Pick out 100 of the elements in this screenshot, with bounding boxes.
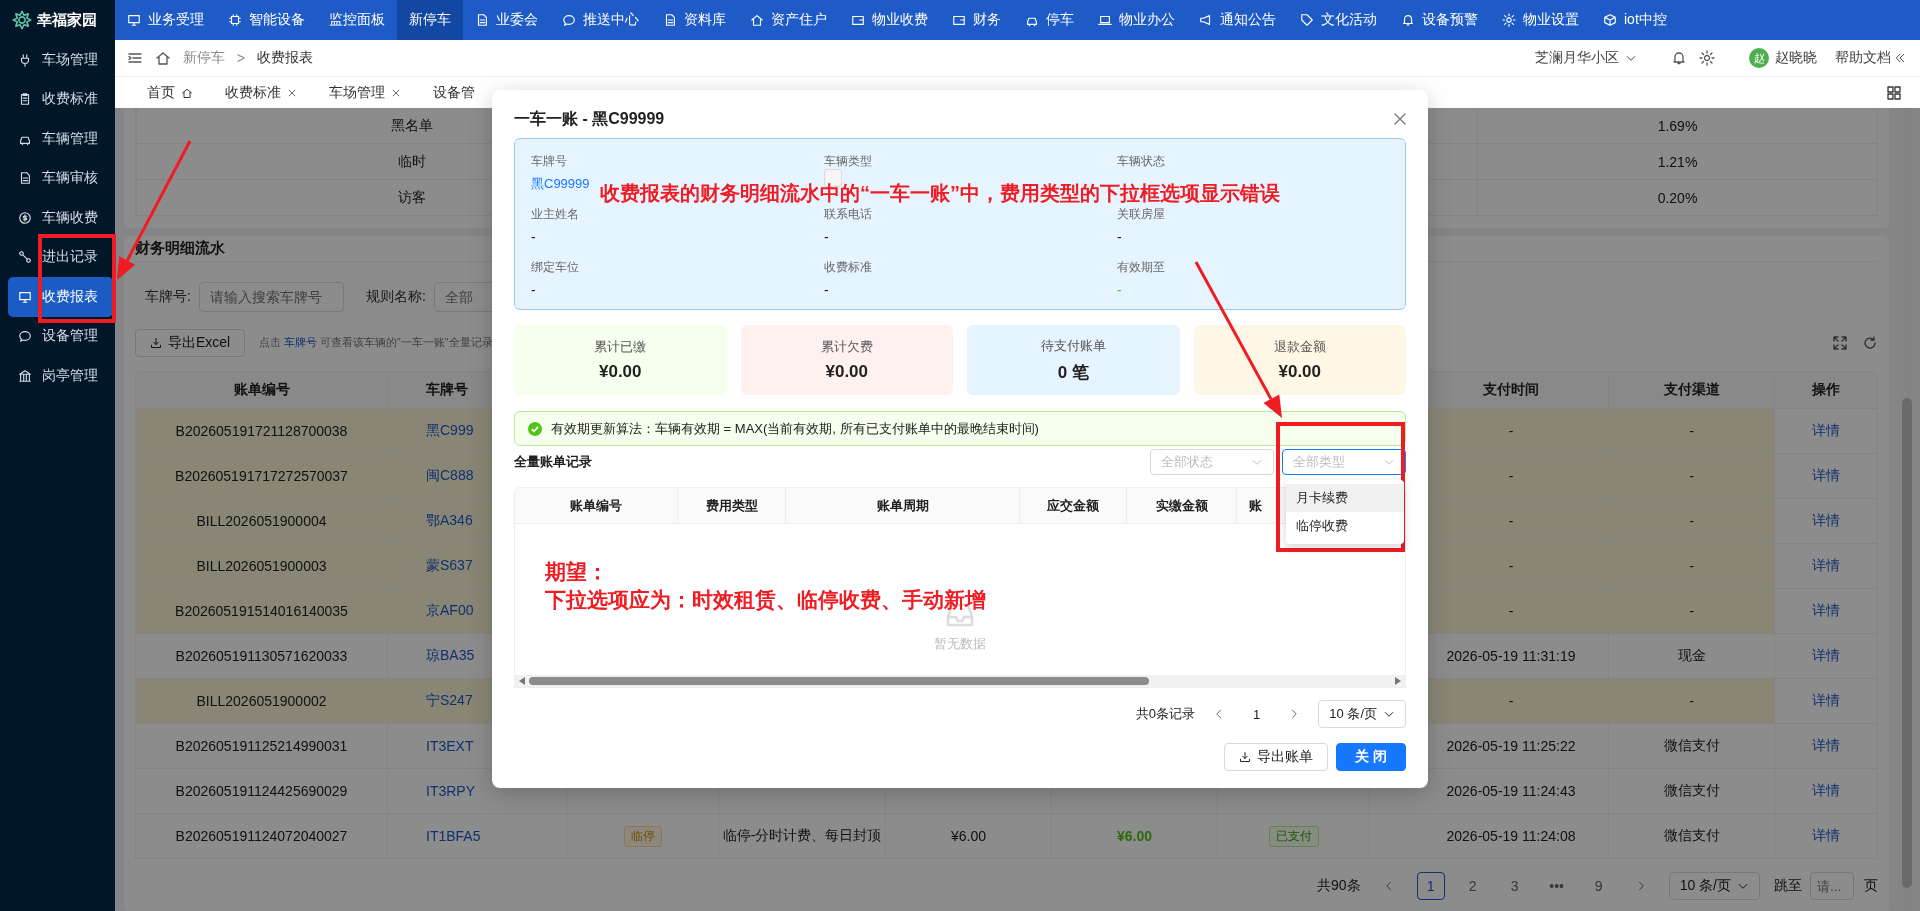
- nav-tab[interactable]: 业务受理: [115, 0, 216, 40]
- page-button[interactable]: 1: [1416, 872, 1445, 900]
- sidebar-item[interactable]: 车场管理: [8, 40, 113, 80]
- close-button[interactable]: 关 闭: [1336, 743, 1406, 771]
- page-size-select[interactable]: 10 条/页: [1318, 700, 1406, 728]
- close-button[interactable]: [1392, 111, 1408, 127]
- nav-tab[interactable]: 资料库: [651, 0, 738, 40]
- export-button[interactable]: 导出账单: [1224, 743, 1329, 771]
- plate-link[interactable]: IT1BFA5: [426, 828, 481, 844]
- annotation-text: 期望：: [545, 559, 608, 585]
- column-header: 费用类型: [705, 496, 758, 515]
- column-header: 账单编号: [570, 496, 622, 515]
- plate-link[interactable]: 闽C888: [426, 467, 474, 485]
- plate-link[interactable]: IT3RPY: [426, 783, 475, 799]
- plate-link[interactable]: IT3EXT: [426, 738, 474, 754]
- plate-link[interactable]: 车牌号: [284, 336, 318, 348]
- megaphone-icon: [1199, 13, 1213, 27]
- plate-link[interactable]: 黑C999: [426, 422, 474, 440]
- refresh-button[interactable]: [1862, 335, 1878, 351]
- page-button[interactable]: 3: [1500, 872, 1529, 900]
- wallet-icon: [851, 13, 865, 27]
- nav-tab[interactable]: 通知公告: [1187, 0, 1288, 40]
- breadcrumb-item[interactable]: 收费报表: [257, 49, 314, 67]
- home-icon: [181, 86, 193, 99]
- details-link[interactable]: 详情: [1812, 602, 1840, 620]
- sidebar-item[interactable]: 收费标准: [8, 79, 113, 119]
- table-cell: 2026-05-19 11:24:43: [1446, 783, 1576, 799]
- page-tab[interactable]: 车场管理: [329, 83, 401, 102]
- nav-tab[interactable]: 监控面板: [317, 0, 397, 40]
- nav-tab[interactable]: 物业收费: [839, 0, 940, 40]
- table-cell: -: [1689, 468, 1694, 484]
- page-button[interactable]: 2: [1458, 872, 1487, 900]
- dropdown-option[interactable]: 临停收费: [1286, 512, 1404, 540]
- details-link[interactable]: 详情: [1812, 782, 1840, 800]
- nav-tab[interactable]: 物业办公: [1086, 0, 1187, 40]
- sidebar-item[interactable]: 设备管理: [8, 316, 113, 356]
- breadcrumb-item[interactable]: 新停车: [183, 49, 225, 67]
- coin-icon: [18, 210, 32, 225]
- settings-button[interactable]: [1699, 50, 1715, 66]
- chat-icon: [562, 13, 576, 27]
- details-link[interactable]: 详情: [1812, 512, 1840, 530]
- chip-icon: [228, 13, 242, 27]
- plate-link[interactable]: 蒙S637: [426, 557, 473, 575]
- filter-label: 车牌号:: [145, 288, 191, 306]
- page-tab[interactable]: 设备管: [433, 83, 475, 102]
- community-selector[interactable]: 芝澜月华小区: [1535, 49, 1637, 67]
- details-link[interactable]: 详情: [1812, 737, 1840, 755]
- sidebar-item[interactable]: 岗亭管理: [8, 356, 113, 396]
- sidebar-item[interactable]: 车辆管理: [8, 119, 113, 159]
- chat-icon: [18, 329, 32, 344]
- column-header: 操作: [1812, 381, 1840, 399]
- field-label: 车辆状态: [1117, 153, 1166, 170]
- nav-tab[interactable]: 资产住户: [738, 0, 839, 40]
- search-field[interactable]: 请输入搜索车牌号: [198, 282, 344, 312]
- details-link[interactable]: 详情: [1812, 422, 1840, 440]
- nav-tab[interactable]: 业委会: [463, 0, 550, 40]
- nav-tab[interactable]: 推送中心: [550, 0, 651, 40]
- notification-button[interactable]: [1671, 50, 1687, 66]
- nav-tab[interactable]: iot中控: [1591, 0, 1679, 40]
- table-cell: BILL2026051900002: [196, 693, 327, 709]
- close-icon[interactable]: [287, 87, 297, 98]
- page-tab[interactable]: 首页: [147, 83, 193, 102]
- nav-tab[interactable]: 新停车: [397, 0, 463, 40]
- nav-tab[interactable]: 物业设置: [1490, 0, 1591, 40]
- dropdown-option[interactable]: 月卡续费: [1286, 484, 1404, 512]
- export-button[interactable]: 导出Excel: [135, 329, 246, 357]
- nav-tab[interactable]: 设备预警: [1389, 0, 1490, 40]
- details-link[interactable]: 详情: [1812, 557, 1840, 575]
- user-name[interactable]: 赵晓晓: [1775, 49, 1817, 67]
- sidebar-item[interactable]: 进出记录: [8, 237, 113, 277]
- nav-tab[interactable]: 财务: [940, 0, 1013, 40]
- plate-link[interactable]: 宁S247: [426, 692, 473, 710]
- page-button[interactable]: 9: [1584, 872, 1613, 900]
- stat-label: 退款金额: [1273, 338, 1326, 356]
- details-link[interactable]: 详情: [1812, 647, 1840, 665]
- nav-tab[interactable]: 智能设备: [216, 0, 317, 40]
- plate-link[interactable]: 琼BA35: [426, 647, 475, 665]
- details-link[interactable]: 详情: [1812, 827, 1840, 845]
- page-size-select[interactable]: 10 条/页: [1668, 872, 1760, 900]
- sidebar-item[interactable]: 收费报表: [8, 277, 113, 317]
- horizontal-scrollbar[interactable]: [515, 675, 1405, 687]
- menu-button[interactable]: [127, 50, 143, 66]
- plate-link[interactable]: 鄂A346: [426, 512, 473, 530]
- sidebar-item[interactable]: 车辆收费: [8, 198, 113, 238]
- page-number[interactable]: 1: [1243, 706, 1271, 722]
- table-cell: B202605191130571620033: [175, 648, 348, 664]
- help-link[interactable]: 帮助文档: [1835, 49, 1906, 67]
- sidebar-item[interactable]: 车辆审核: [8, 158, 113, 198]
- details-link[interactable]: 详情: [1812, 467, 1840, 485]
- details-link[interactable]: 详情: [1812, 692, 1840, 710]
- page-jump-field[interactable]: 请...: [1810, 872, 1854, 900]
- page-button[interactable]: •••: [1542, 872, 1571, 900]
- page-tab[interactable]: 收费标准: [225, 83, 297, 102]
- empty-text: 暂无数据: [934, 634, 986, 653]
- close-icon[interactable]: [391, 87, 401, 98]
- total-count: 共0条记录: [1135, 705, 1196, 723]
- fullscreen-button[interactable]: [1832, 335, 1848, 351]
- nav-tab[interactable]: 停车: [1013, 0, 1086, 40]
- nav-tab[interactable]: 文化活动: [1288, 0, 1389, 40]
- plate-link[interactable]: 京AF00: [426, 602, 474, 620]
